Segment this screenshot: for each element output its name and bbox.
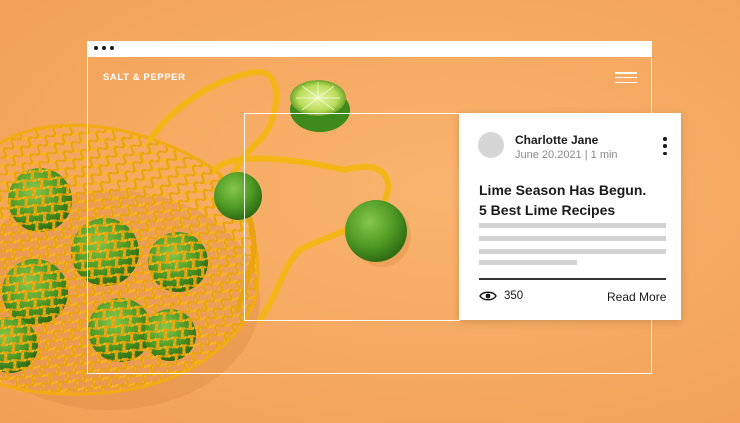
post-title[interactable]: Lime Season Has Begun. 5 Best Lime Recip…	[479, 180, 669, 220]
author-name[interactable]: Charlotte Jane	[515, 133, 598, 147]
excerpt-placeholder-line	[479, 223, 666, 228]
blog-post-card: Charlotte Jane June 20.2021 | 1 min Lime…	[459, 113, 681, 320]
view-count: 350	[504, 290, 524, 302]
window-dots-icon	[94, 46, 114, 50]
meta-separator: |	[584, 149, 588, 161]
image-frame	[244, 113, 460, 321]
post-date: June 20.2021	[515, 149, 582, 161]
more-options-icon[interactable]	[662, 137, 668, 155]
read-time: 1 min	[590, 149, 618, 161]
eye-icon	[479, 291, 497, 301]
browser-title-bar	[87, 41, 652, 57]
excerpt-placeholder-line	[479, 260, 577, 265]
excerpt-placeholder-line	[479, 249, 666, 254]
post-meta: June 20.2021 | 1 min	[515, 149, 618, 161]
site-logo-text[interactable]: SALT & PEPPER	[103, 72, 186, 83]
post-title-line-2: 5 Best Lime Recipes	[479, 202, 616, 218]
excerpt-placeholder-line	[479, 236, 666, 241]
avatar[interactable]	[478, 132, 504, 158]
read-more-link[interactable]: Read More	[607, 290, 666, 304]
hamburger-menu-icon[interactable]	[615, 72, 637, 83]
card-divider	[479, 278, 666, 280]
post-title-line-1: Lime Season Has Begun.	[479, 182, 647, 198]
